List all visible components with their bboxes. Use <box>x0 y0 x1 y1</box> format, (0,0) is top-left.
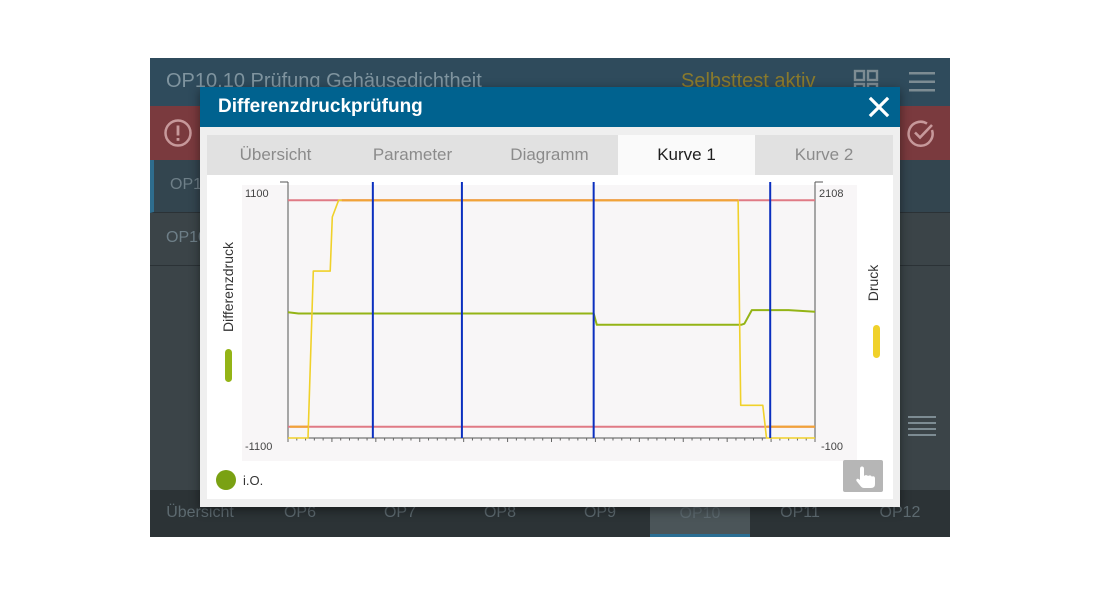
curve-chart-panel: 1100 -1100 2108 -100 Differenzdruck Druc… <box>207 175 893 499</box>
tab-overview[interactable]: Übersicht <box>207 135 344 175</box>
dialog-title: Differenzdruckprüfung <box>218 96 423 117</box>
tab-parameter[interactable]: Parameter <box>344 135 481 175</box>
right-axis-min-tick: -100 <box>821 441 844 453</box>
dialog-tab-bar: Übersicht Parameter Diagramm Kurve 1 Kur… <box>207 135 893 175</box>
alert-icon[interactable] <box>163 118 193 148</box>
right-axis-max-tick: 2108 <box>819 188 844 200</box>
left-axis-max-tick: 1100 <box>245 188 269 200</box>
result-status-label: i.O. <box>243 473 264 488</box>
close-icon[interactable] <box>867 95 891 119</box>
series-line-druck <box>288 199 815 439</box>
result-status-dot <box>216 470 236 490</box>
differential-pressure-dialog: Differenzdruckprüfung Übersicht Paramete… <box>200 87 900 507</box>
tab-curve-2[interactable]: Kurve 2 <box>755 135 893 175</box>
left-axis-label: Differenzdruck <box>220 242 236 333</box>
druck-legend-swatch <box>873 325 880 358</box>
touch-hand-icon <box>856 466 875 488</box>
dialog-header: Differenzdruckprüfung <box>200 87 900 127</box>
differenzdruck-legend-swatch <box>225 349 232 382</box>
series-line-differenzdruck <box>287 309 816 326</box>
left-axis-min-tick: -1100 <box>245 441 273 453</box>
curve-chart <box>280 181 823 442</box>
check-circle-icon[interactable] <box>906 118 936 148</box>
list-lines-icon[interactable] <box>908 415 936 437</box>
hamburger-menu-icon[interactable] <box>909 71 935 93</box>
right-axis-label: Druck <box>865 264 881 302</box>
tab-diagram[interactable]: Diagramm <box>481 135 618 175</box>
touch-mode-button[interactable] <box>843 460 883 492</box>
tab-curve-1[interactable]: Kurve 1 <box>618 135 755 175</box>
